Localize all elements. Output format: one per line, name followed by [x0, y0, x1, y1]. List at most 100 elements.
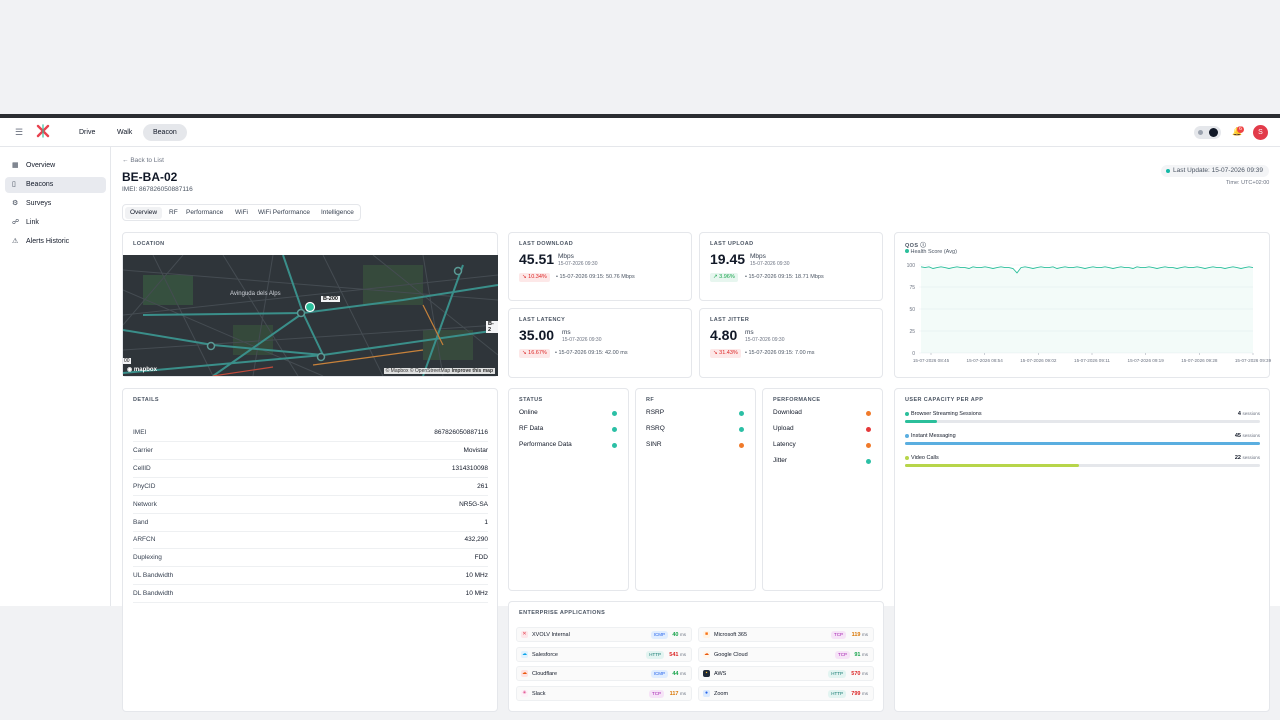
rf-card: RF RSRP RSRQ SINR: [635, 388, 756, 591]
enterprise-app-item[interactable]: ☁ Google Cloud TCP 91 ms: [698, 646, 874, 662]
capacity-value: 45 sessions: [1235, 433, 1260, 439]
capacity-dot: [905, 456, 909, 460]
previous-value: 15-07-2026 09:15: 50.76 Mbps: [559, 274, 635, 280]
nav-tab-walk[interactable]: Walk: [107, 124, 142, 141]
app-latency: 91 ms: [854, 652, 868, 658]
sessions-unit: sessions: [1242, 455, 1260, 460]
capacity-bar-track: [905, 420, 1260, 423]
tab-rf[interactable]: RF: [164, 207, 183, 219]
latency-change-chip: ↘ 16.67%: [519, 349, 550, 358]
tab-wifi-performance[interactable]: WiFi Performance: [253, 207, 315, 219]
rf-status-dot: [739, 443, 744, 448]
details-value: 10 MHz: [465, 590, 488, 598]
rf-row-label: SINR: [646, 441, 662, 448]
card-label: LAST UPLOAD: [710, 241, 754, 247]
change-value: 16.67%: [528, 350, 547, 356]
capacity-card: USER CAPACITY PER APP Browser Streaming …: [894, 388, 1270, 712]
card-label: STATUS: [519, 397, 543, 403]
details-key: ARFCN: [133, 536, 156, 544]
details-row: CellID 1314310098: [133, 460, 488, 478]
sidebar-item-link[interactable]: ☍ Link: [5, 215, 106, 231]
status-dot: [1166, 169, 1170, 173]
nav-tab-drive[interactable]: Drive: [69, 124, 105, 141]
performance-status-dot: [866, 427, 871, 432]
upload-value: 19.45: [710, 251, 746, 267]
status-row-label: Online: [519, 409, 538, 416]
details-row: Duplexing FDD: [133, 549, 488, 568]
latency-value: 35.00: [519, 327, 555, 343]
download-unit: Mbps: [558, 253, 574, 260]
latency-value: 44: [672, 671, 679, 677]
change-value: 10.34%: [528, 274, 547, 280]
sidebar-item-surveys[interactable]: ⚙ Surveys: [5, 196, 106, 212]
performance-status-dot: [866, 459, 871, 464]
location-card: LOCATION Avinguda dels Alps B-200 B-2 00…: [122, 232, 498, 377]
improve-map-link[interactable]: Improve this map: [452, 368, 493, 374]
capacity-dot: [905, 412, 909, 416]
details-value: NR5G-SA: [459, 500, 488, 508]
details-value: 10 MHz: [465, 572, 488, 580]
app-header: ☰ Drive Walk Beacon 🔔 6 S: [0, 118, 1280, 147]
nav-tab-beacon[interactable]: Beacon: [143, 124, 187, 141]
sidebar-item-beacons[interactable]: ▯ Beacons: [5, 177, 106, 193]
details-key: PhyCID: [133, 482, 156, 490]
theme-toggle[interactable]: [1194, 126, 1221, 139]
latency-unit: ms: [680, 671, 686, 676]
x-tick-label: 15-07-2026 08:54: [967, 358, 1004, 363]
app-name: Zoom: [714, 690, 729, 697]
performance-status-dot: [866, 443, 871, 448]
details-row: Band 1: [133, 514, 488, 532]
qos-legend[interactable]: Health Score (Avg): [905, 249, 957, 255]
sidebar-item-label: Surveys: [26, 200, 52, 207]
sessions-count: 22: [1234, 455, 1241, 461]
app-latency: 40 ms: [672, 632, 686, 638]
performance-status-dot: [866, 411, 871, 416]
enterprise-app-item[interactable]: ☁ Salesforce HTTP 541 ms: [516, 646, 692, 662]
logo-icon[interactable]: [36, 124, 50, 138]
map[interactable]: Avinguda dels Alps B-200 B-2 00 ◉ mapbox…: [123, 255, 498, 376]
xvolv-icon: ✕: [521, 631, 528, 638]
upload-change-chip: ↗ 3.96%: [710, 273, 738, 282]
enterprise-app-item[interactable]: ✕ XVOLV Internal ICMP 40 ms: [516, 627, 692, 642]
card-label: LOCATION: [133, 241, 165, 247]
back-to-list-link[interactable]: ← Back to List: [122, 157, 164, 164]
microsoft-icon: ■: [703, 631, 710, 638]
sidebar-item-label: Beacons: [26, 181, 54, 188]
notifications-badge: 6: [1237, 126, 1244, 133]
latency-unit: ms: [562, 329, 571, 336]
sidebar-item-overview[interactable]: ▦ Overview: [5, 158, 106, 174]
latency-unit: ms: [680, 651, 686, 657]
enterprise-app-item[interactable]: ▪ AWS HTTP 570 ms: [698, 666, 874, 681]
menu-icon[interactable]: ☰: [15, 127, 23, 138]
tab-intelligence[interactable]: Intelligence: [316, 207, 359, 219]
enterprise-app-item[interactable]: ☁ Cloudflare ICMP 44 ms: [516, 666, 692, 681]
cloudflare-icon: ☁: [521, 670, 528, 677]
previous-value: 15-07-2026 09:15: 7.00 ms: [748, 350, 815, 356]
app-window: ☰ Drive Walk Beacon 🔔 6 S ▦ Overview ▯ B…: [0, 114, 1280, 712]
jitter-card: LAST JITTER 4.80 ms 15-07-2026 09:30 ↘ 3…: [699, 308, 883, 378]
sessions-count: 45: [1234, 433, 1241, 439]
app-latency: 117 ms: [670, 691, 686, 697]
enterprise-app-item[interactable]: ● Zoom HTTP 799 ms: [698, 685, 874, 701]
enterprise-app-item[interactable]: ✳ Slack TCP 117 ms: [516, 685, 692, 701]
qos-card: QOS ⓘ Health Score (Avg) 100 75 50 25 0 15-07…: [894, 232, 1271, 378]
protocol-badge: HTTP: [828, 689, 846, 698]
avatar[interactable]: S: [1253, 125, 1268, 140]
google-cloud-icon: ☁: [703, 650, 710, 658]
details-key: Carrier: [133, 446, 153, 454]
capacity-value: 22 sessions: [1235, 455, 1260, 461]
performance-card: PERFORMANCE Download Upload Latency Jitter: [762, 388, 883, 591]
app-name: AWS: [714, 671, 727, 677]
card-label: ENTERPRISE APPLICATIONS: [519, 610, 606, 616]
x-tick-label: 15-07-2026 09:11: [1074, 358, 1110, 363]
tab-performance[interactable]: Performance: [181, 207, 228, 219]
enterprise-app-item[interactable]: ■ Microsoft 365 TCP 119 ms: [698, 627, 874, 642]
sidebar-item-alerts-historic[interactable]: ⚠ Alerts Historic: [5, 234, 106, 250]
y-tick-label: 50: [909, 307, 915, 313]
download-timestamp: 15-07-2026 09:30: [558, 261, 598, 267]
capacity-bar-track: [905, 464, 1260, 467]
tab-wifi[interactable]: WiFi: [230, 207, 253, 219]
jitter-timestamp: 15-07-2026 09:30: [745, 337, 785, 343]
tab-overview[interactable]: Overview: [125, 207, 163, 219]
y-tick-label: 0: [912, 351, 915, 357]
